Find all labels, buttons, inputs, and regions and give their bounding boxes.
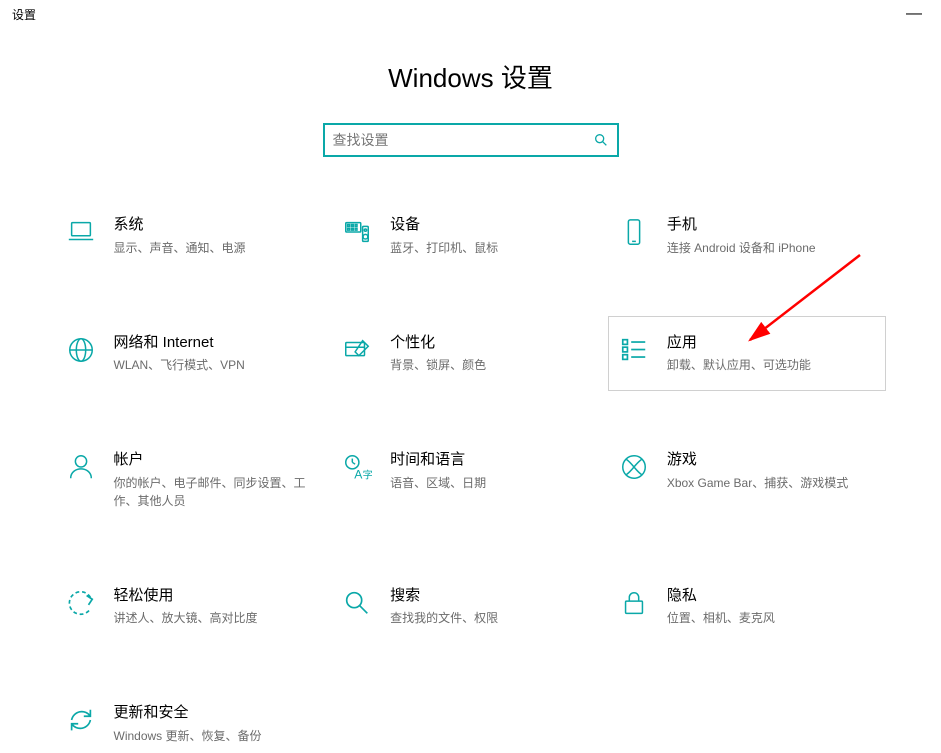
accessibility-icon bbox=[64, 586, 98, 620]
category-ease-of-access[interactable]: 轻松使用 讲述人、放大镜、高对比度 bbox=[56, 578, 333, 636]
category-label: 更新和安全 bbox=[114, 703, 315, 723]
category-time-language[interactable]: A 字 时间和语言 语音、区域、日期 bbox=[332, 442, 609, 518]
globe-icon bbox=[64, 333, 98, 367]
category-search[interactable]: 搜索 查找我的文件、权限 bbox=[332, 578, 609, 636]
category-label: 网络和 Internet bbox=[114, 333, 315, 353]
category-desc: 卸载、默认应用、可选功能 bbox=[667, 356, 868, 374]
time-language-icon: A 字 bbox=[340, 450, 374, 484]
category-desc: 蓝牙、打印机、鼠标 bbox=[390, 239, 591, 257]
category-desc: 讲述人、放大镜、高对比度 bbox=[114, 609, 315, 627]
category-privacy[interactable]: 隐私 位置、相机、麦克风 bbox=[609, 578, 886, 636]
category-devices[interactable]: 设备 蓝牙、打印机、鼠标 bbox=[332, 207, 609, 265]
svg-text:字: 字 bbox=[363, 468, 372, 481]
category-label: 时间和语言 bbox=[390, 450, 591, 470]
category-desc: 位置、相机、麦克风 bbox=[667, 609, 868, 627]
category-label: 帐户 bbox=[114, 450, 315, 470]
category-desc: Xbox Game Bar、捕获、游戏模式 bbox=[667, 474, 868, 492]
category-label: 搜索 bbox=[390, 586, 591, 606]
category-phone[interactable]: 手机 连接 Android 设备和 iPhone bbox=[609, 207, 886, 265]
category-desc: 连接 Android 设备和 iPhone bbox=[667, 239, 868, 257]
minimize-button[interactable]: — bbox=[899, 0, 929, 28]
category-desc: 你的帐户、电子邮件、同步设置、工作、其他人员 bbox=[114, 474, 315, 510]
category-label: 个性化 bbox=[390, 333, 591, 353]
category-label: 系统 bbox=[114, 215, 315, 235]
category-gaming[interactable]: 游戏 Xbox Game Bar、捕获、游戏模式 bbox=[609, 442, 886, 518]
category-label: 游戏 bbox=[667, 450, 868, 470]
category-label: 手机 bbox=[667, 215, 868, 235]
sync-icon bbox=[64, 703, 98, 737]
paint-icon bbox=[340, 333, 374, 367]
laptop-icon bbox=[64, 215, 98, 249]
lock-icon bbox=[617, 586, 651, 620]
settings-grid: 系统 显示、声音、通知、电源 设备 蓝牙、打印机、鼠标 手机 bbox=[56, 207, 886, 753]
category-update[interactable]: 更新和安全 Windows 更新、恢复、备份 bbox=[56, 695, 333, 753]
category-desc: 背景、锁屏、颜色 bbox=[390, 356, 591, 374]
search-box[interactable] bbox=[323, 123, 619, 157]
category-system[interactable]: 系统 显示、声音、通知、电源 bbox=[56, 207, 333, 265]
category-apps[interactable]: 应用 卸载、默认应用、可选功能 bbox=[609, 317, 886, 391]
category-label: 设备 bbox=[390, 215, 591, 235]
category-desc: WLAN、飞行模式、VPN bbox=[114, 356, 315, 374]
category-desc: 语音、区域、日期 bbox=[390, 474, 591, 492]
devices-icon bbox=[340, 215, 374, 249]
page-title: Windows 设置 bbox=[0, 58, 941, 95]
category-network[interactable]: 网络和 Internet WLAN、飞行模式、VPN bbox=[56, 325, 333, 383]
category-personalization[interactable]: 个性化 背景、锁屏、颜色 bbox=[332, 325, 609, 383]
xbox-icon bbox=[617, 450, 651, 484]
category-desc: 显示、声音、通知、电源 bbox=[114, 239, 315, 257]
titlebar: 设置 — bbox=[0, 0, 941, 28]
person-icon bbox=[64, 450, 98, 484]
category-label: 隐私 bbox=[667, 586, 868, 606]
category-accounts[interactable]: 帐户 你的帐户、电子邮件、同步设置、工作、其他人员 bbox=[56, 442, 333, 518]
search-icon bbox=[593, 132, 609, 148]
search-input[interactable] bbox=[333, 132, 593, 148]
category-label: 应用 bbox=[667, 333, 868, 353]
category-desc: 查找我的文件、权限 bbox=[390, 609, 591, 627]
category-label: 轻松使用 bbox=[114, 586, 315, 606]
window-title: 设置 bbox=[12, 6, 36, 23]
magnifier-icon bbox=[340, 586, 374, 620]
phone-icon bbox=[617, 215, 651, 249]
category-desc: Windows 更新、恢复、备份 bbox=[114, 727, 315, 745]
apps-list-icon bbox=[617, 333, 651, 367]
